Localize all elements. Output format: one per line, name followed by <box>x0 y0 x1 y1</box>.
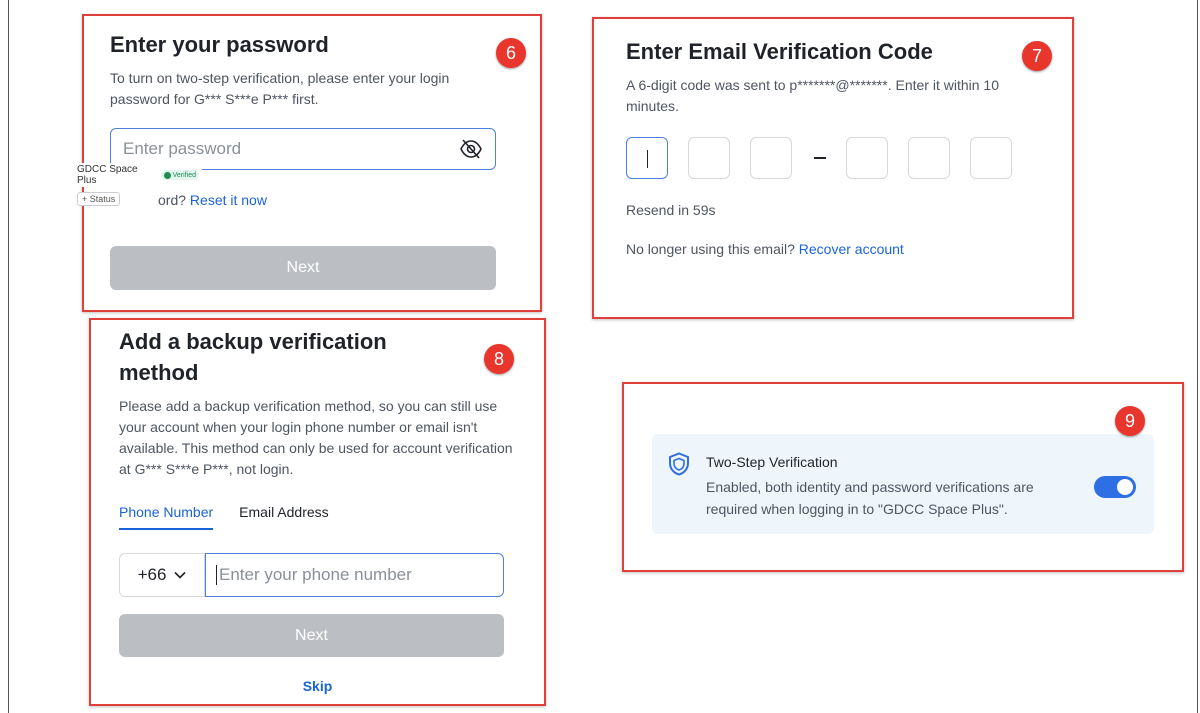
recover-account-link[interactable]: Recover account <box>799 241 904 257</box>
next-button[interactable]: Next <box>110 246 496 290</box>
code-digit-6[interactable] <box>970 137 1012 179</box>
two-step-title: Two-Step Verification <box>706 454 838 470</box>
code-digit-2[interactable] <box>688 137 730 179</box>
panel-title: Enter your password <box>110 32 329 57</box>
code-digit-4[interactable] <box>846 137 888 179</box>
app-tag-overlay: GDCC Space Plus Verified + Status <box>74 163 202 207</box>
chevron-down-icon <box>174 571 186 579</box>
verified-badge: Verified <box>160 170 199 180</box>
status-button[interactable]: + Status <box>77 192 121 206</box>
code-input-group <box>626 137 1012 179</box>
email-code-panel: Enter Email Verification Code 7 A 6-digi… <box>592 17 1074 319</box>
panel-description: To turn on two-step verification, please… <box>110 70 450 107</box>
code-digit-5[interactable] <box>908 137 950 179</box>
app-name-line: GDCC Space Plus Verified <box>74 163 202 187</box>
step-badge: 8 <box>484 344 514 374</box>
skip-link[interactable]: Skip <box>91 678 544 694</box>
tab-phone-number[interactable]: Phone Number <box>119 504 214 530</box>
two-step-toggle[interactable] <box>1094 476 1136 498</box>
phone-number-input[interactable]: Enter your phone number <box>205 553 504 597</box>
eye-off-icon[interactable] <box>459 138 483 160</box>
text-caret <box>647 150 648 168</box>
verified-label: Verified <box>172 171 196 179</box>
text-caret <box>216 565 217 585</box>
next-button[interactable]: Next <box>119 614 504 657</box>
method-tabs: Phone Number Email Address <box>119 504 329 530</box>
panel-title: Enter Email Verification Code <box>626 39 933 64</box>
code-digit-3[interactable] <box>750 137 792 179</box>
code-separator <box>814 157 826 159</box>
step-badge: 6 <box>496 38 526 68</box>
no-longer-row: No longer using this email? Recover acco… <box>626 241 904 257</box>
country-code-value: +66 <box>137 565 167 584</box>
step-badge: 9 <box>1115 406 1145 436</box>
phone-input-group: +66 Enter your phone number <box>119 553 504 597</box>
step-badge: 7 <box>1022 41 1052 71</box>
phone-placeholder: Enter your phone number <box>219 565 412 584</box>
check-icon <box>163 171 171 179</box>
two-step-card: Two-Step Verification Enabled, both iden… <box>652 434 1154 534</box>
no-longer-text: No longer using this email? <box>626 241 795 257</box>
toggle-knob <box>1117 479 1133 495</box>
code-digit-1[interactable] <box>626 137 668 179</box>
tab-email-address[interactable]: Email Address <box>239 504 328 530</box>
two-step-status-panel: Two-Step Verification Enabled, both iden… <box>622 382 1184 572</box>
panel-title: Add a backup verification method <box>119 329 387 385</box>
panel-description: A 6-digit code was sent to p*******@****… <box>626 77 999 114</box>
app-name: GDCC Space Plus <box>77 164 138 186</box>
resend-timer: Resend in 59s <box>626 202 716 218</box>
shield-icon <box>669 452 689 476</box>
two-step-description: Enabled, both identity and password veri… <box>706 479 1034 517</box>
backup-method-panel: Add a backup verification method 8 Pleas… <box>89 318 546 706</box>
country-code-select[interactable]: +66 <box>119 553 205 597</box>
password-placeholder: Enter password <box>123 139 242 158</box>
panel-description: Please add a backup verification method,… <box>119 398 513 477</box>
